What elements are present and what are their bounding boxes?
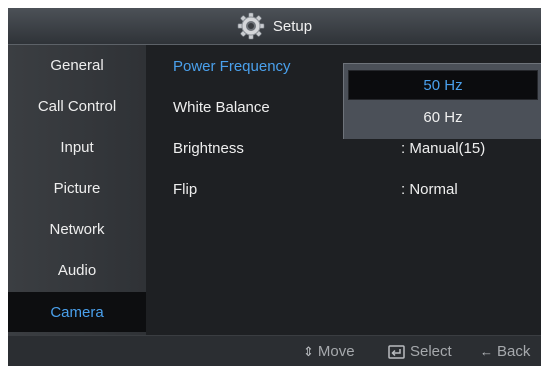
setting-brightness-value: : Manual(15) — [401, 140, 486, 157]
power-frequency-dropdown: 50 Hz 60 Hz — [343, 63, 541, 139]
sidebar: General Call Control Input Picture Netwo… — [8, 45, 146, 335]
sidebar-item-label: Camera — [50, 303, 104, 321]
sidebar-item-audio[interactable]: Audio — [8, 250, 146, 290]
sidebar-item-call-control[interactable]: Call Control — [8, 86, 146, 126]
setting-power-frequency[interactable]: Power Frequency — [173, 58, 291, 75]
sidebar-item-picture[interactable]: Picture — [8, 168, 146, 208]
back-hint: ← Back — [480, 336, 530, 366]
setting-flip[interactable]: Flip — [173, 181, 197, 198]
setting-flip-value: : Normal — [401, 181, 458, 198]
up-down-arrows-icon: ⇕ — [303, 343, 314, 359]
sidebar-item-general[interactable]: General — [8, 45, 146, 85]
setting-white-balance[interactable]: White Balance — [173, 99, 270, 116]
enter-icon — [388, 344, 405, 359]
setting-brightness[interactable]: Brightness — [173, 140, 244, 157]
sidebar-item-label: Audio — [57, 261, 97, 279]
back-arrow-icon: ← — [480, 344, 493, 359]
select-hint-label: Select — [410, 343, 452, 360]
move-hint: ⇕ Move — [303, 336, 355, 366]
title-bar: Setup — [8, 8, 541, 45]
sidebar-item-label: Input — [60, 138, 94, 156]
sidebar-item-input[interactable]: Input — [8, 127, 146, 167]
move-hint-label: Move — [317, 343, 355, 360]
option-60hz[interactable]: 60 Hz — [348, 102, 538, 132]
sidebar-item-network[interactable]: Network — [8, 209, 146, 249]
settings-panel: Power Frequency White Balance Brightness… — [146, 45, 541, 335]
option-50hz[interactable]: 50 Hz — [348, 70, 538, 100]
sidebar-item-camera[interactable]: Camera — [8, 292, 146, 332]
sidebar-item-label: Network — [49, 220, 105, 238]
setup-screen: Setup General Call Control Input Picture… — [8, 8, 541, 366]
page-title: Setup — [272, 17, 313, 35]
gear-icon — [237, 12, 265, 40]
sidebar-item-label: General — [50, 56, 104, 74]
back-hint-label: Back — [497, 343, 531, 360]
select-hint: Select — [388, 336, 452, 366]
footer-hints: ⇕ Move Select ← Back — [8, 335, 541, 366]
sidebar-item-label: Call Control — [37, 97, 117, 115]
sidebar-item-label: Picture — [53, 179, 101, 197]
